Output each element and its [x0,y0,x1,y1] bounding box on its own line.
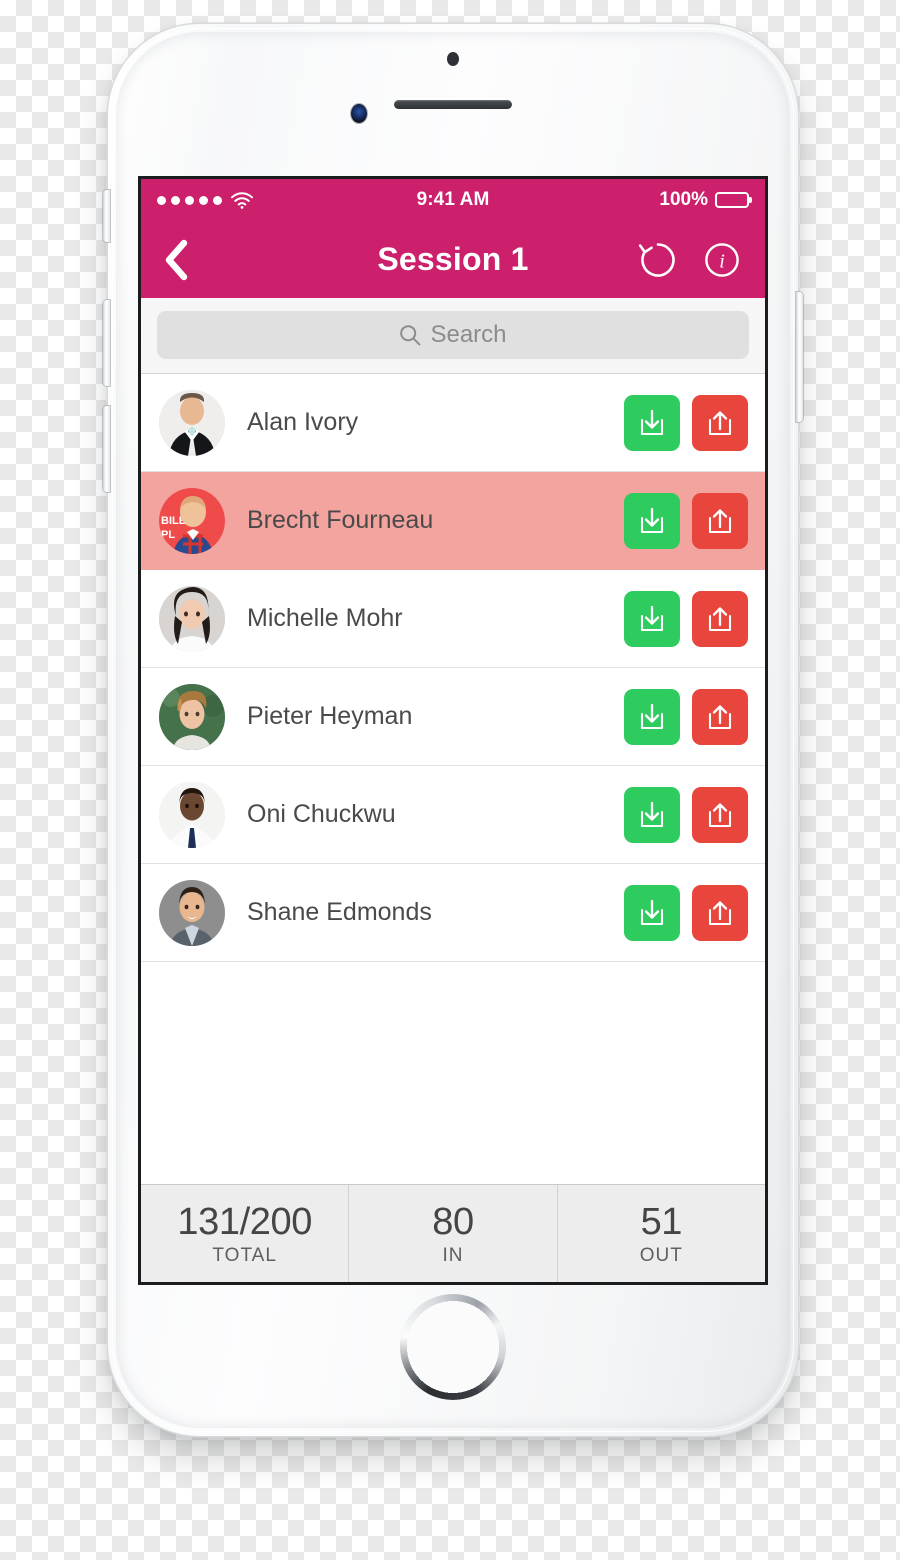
back-chevron-icon [165,239,188,280]
status-bar: 9:41 AM 100% [141,179,765,221]
check-out-button[interactable] [692,590,748,647]
row-actions [624,492,748,549]
stat-total-label: TOTAL [212,1244,277,1266]
check-out-button[interactable] [692,884,748,941]
table-row[interactable]: Oni Chuckwu [141,766,765,864]
check-in-button[interactable] [624,786,680,843]
check-in-button[interactable] [624,394,680,451]
attendee-name: Oni Chuckwu [247,800,396,828]
check-out-button[interactable] [692,688,748,745]
battery-icon [715,192,749,208]
attendee-name: Michelle Mohr [247,604,403,632]
attendee-name: Pieter Heyman [247,702,413,730]
row-actions [624,786,748,843]
avatar [159,683,225,750]
silent-switch[interactable] [103,190,110,242]
iphone-device-mockup: 9:41 AM 100% Session 1 i Search Alan Ivo… [103,24,803,1436]
arrow-up-out-of-tray-icon [708,704,732,729]
arrow-down-into-tray-icon [640,899,664,925]
arrow-down-into-tray-icon [640,605,664,631]
arrow-up-out-of-tray-icon [708,900,732,925]
arrow-down-into-tray-icon [640,703,664,729]
stat-total-value: 131/200 [177,1200,312,1243]
svg-text:PL: PL [161,529,175,541]
row-actions [624,688,748,745]
stat-total: 131/200 TOTAL [141,1185,350,1282]
cellular-signal-icon [157,195,222,205]
stat-out-label: OUT [639,1244,683,1266]
search-icon [400,325,421,346]
table-row[interactable]: Alan Ivory [141,374,765,472]
earpiece-speaker [394,100,512,109]
avatar [159,781,225,848]
arrow-up-out-of-tray-icon [708,410,732,435]
avatar [159,585,225,652]
attendee-list: Alan Ivory BILE PL Brecht Fourneau Miche… [141,374,765,1184]
table-row[interactable]: BILE PL Brecht Fourneau [141,472,765,570]
check-in-button[interactable] [624,492,680,549]
row-actions [624,884,748,941]
proximity-sensor [447,52,459,66]
avatar [159,389,225,456]
stat-out-value: 51 [640,1200,683,1243]
power-button[interactable] [796,292,803,422]
arrow-down-into-tray-icon [640,801,664,827]
navigation-bar: Session 1 i [141,221,765,298]
volume-up-button[interactable] [103,300,110,386]
avatar: BILE PL [159,487,225,554]
table-row[interactable]: Pieter Heyman [141,668,765,766]
status-bar-right-cluster: 100% [659,189,749,211]
check-in-button[interactable] [624,590,680,647]
attendee-name: Brecht Fourneau [247,506,434,534]
back-button[interactable] [163,239,189,281]
row-actions [624,590,748,647]
svg-text:i: i [719,250,725,272]
phone-screen: 9:41 AM 100% Session 1 i Search Alan Ivo… [141,179,765,1282]
home-button[interactable] [400,1294,506,1400]
check-out-button[interactable] [692,394,748,451]
screenshot-canvas: 9:41 AM 100% Session 1 i Search Alan Ivo… [0,0,900,1560]
row-actions [624,394,748,451]
arrow-up-out-of-tray-icon [708,606,732,631]
check-out-button[interactable] [692,786,748,843]
stats-bar: 131/200 TOTAL 80 IN 51 OUT [141,1184,765,1282]
search-input[interactable]: Search [157,311,749,359]
front-camera [351,104,367,123]
avatar [159,879,225,946]
arrow-down-into-tray-icon [640,507,664,533]
stat-out: 51 OUT [558,1185,765,1282]
check-out-button[interactable] [692,492,748,549]
stat-in-value: 80 [432,1200,474,1243]
table-row[interactable]: Michelle Mohr [141,570,765,668]
arrow-up-out-of-tray-icon [708,508,732,533]
check-in-button[interactable] [624,688,680,745]
arrow-up-out-of-tray-icon [708,802,732,827]
wifi-icon [231,191,253,209]
volume-down-button[interactable] [103,406,110,492]
reset-icon[interactable] [637,239,679,281]
nav-actions: i [637,239,743,281]
check-in-button[interactable] [624,884,680,941]
battery-percent-label: 100% [659,189,708,210]
table-row[interactable]: Shane Edmonds [141,864,765,962]
arrow-down-into-tray-icon [640,409,664,435]
info-icon[interactable]: i [701,239,743,281]
stat-in-label: IN [442,1244,464,1266]
attendee-name: Alan Ivory [247,408,359,436]
search-section: Search [141,298,765,374]
stat-in: 80 IN [349,1185,558,1282]
attendee-name: Shane Edmonds [247,898,432,926]
search-placeholder-text: Search [430,321,507,348]
